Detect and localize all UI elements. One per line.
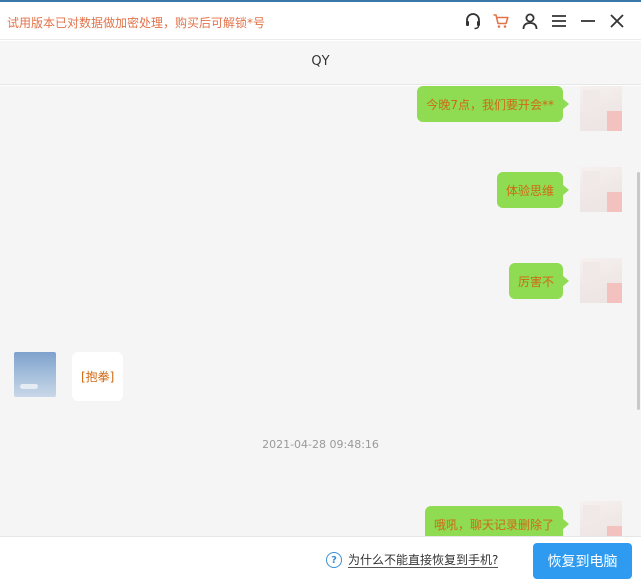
message-timestamp: 2021-04-28 09:48:16 bbox=[262, 438, 379, 451]
close-icon[interactable] bbox=[606, 10, 628, 32]
chat-scrollbar[interactable] bbox=[636, 86, 641, 536]
minimize-icon[interactable] bbox=[577, 10, 599, 32]
scroll-thumb[interactable] bbox=[637, 172, 640, 410]
trial-notice: 试用版本已对数据做加密处理，购买后可解锁*号 bbox=[7, 16, 266, 30]
my-avatar bbox=[580, 167, 622, 212]
chat-message-area: 今晚7点，我们要开会** 体验思维 厉害不 [抱拳] 2021-04-28 09… bbox=[0, 86, 641, 536]
message-bubble: 厉害不 bbox=[508, 263, 570, 299]
headset-icon[interactable] bbox=[462, 10, 484, 32]
question-icon: ? bbox=[326, 552, 342, 568]
chat-header: QY bbox=[0, 41, 641, 85]
menu-icon[interactable] bbox=[548, 10, 570, 32]
footer-bar: ? 为什么不能直接恢复到手机? 恢复到电脑 bbox=[0, 536, 641, 582]
message-bubble: 哦吼，聊天记录删除了 bbox=[424, 506, 570, 536]
message-bubble: 今晚7点，我们要开会** bbox=[417, 86, 569, 122]
my-avatar bbox=[580, 501, 622, 536]
my-avatar bbox=[580, 86, 622, 131]
cart-icon[interactable] bbox=[490, 10, 512, 32]
restore-to-pc-button[interactable]: 恢复到电脑 bbox=[533, 543, 632, 579]
message-bubble: [抱拳] bbox=[72, 352, 124, 401]
contact-name: QY bbox=[311, 54, 330, 69]
contact-avatar bbox=[14, 352, 56, 397]
my-avatar bbox=[580, 258, 622, 303]
user-icon[interactable] bbox=[519, 10, 541, 32]
message-bubble: 体验思维 bbox=[496, 172, 570, 208]
title-bar: 试用版本已对数据做加密处理，购买后可解锁*号 bbox=[0, 2, 641, 40]
help-link-text[interactable]: 为什么不能直接恢复到手机? bbox=[348, 553, 499, 568]
help-link[interactable]: ? 为什么不能直接恢复到手机? bbox=[326, 552, 499, 568]
